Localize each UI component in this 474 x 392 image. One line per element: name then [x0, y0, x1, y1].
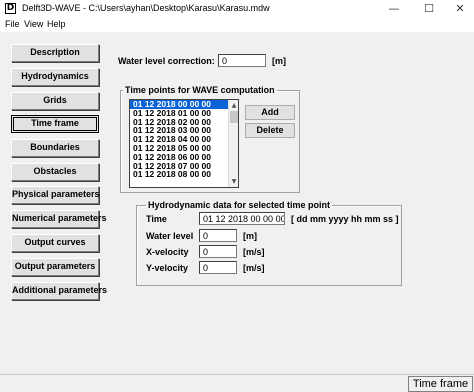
time-points-listbox[interactable]: 01 12 2018 00 00 00 01 12 2018 01 00 00 … — [129, 99, 239, 188]
water-level-unit: [m] — [243, 231, 257, 241]
time-format-label: [ dd mm yyyy hh mm ss ] — [291, 214, 399, 224]
scroll-thumb[interactable] — [230, 111, 238, 123]
y-velocity-unit: [m/s] — [243, 263, 265, 273]
nav-physical-parameters-button[interactable]: Physical parameters — [11, 186, 100, 204]
nav-boundaries-button[interactable]: Boundaries — [11, 139, 99, 157]
minimize-icon[interactable]: — — [380, 0, 408, 18]
menu-bar: File View Help — [0, 18, 474, 32]
time-points-group-title: Time points for WAVE computation — [123, 85, 277, 95]
nav-description-button[interactable]: Description — [11, 44, 99, 62]
nav-additional-parameters-button[interactable]: Additional parameters — [11, 282, 107, 300]
water-level-input[interactable]: 0 — [199, 229, 237, 242]
list-scrollbar[interactable]: ▲ ▼ — [228, 100, 238, 187]
nav-hydrodynamics-button[interactable]: Hydrodynamics — [11, 68, 99, 86]
x-velocity-input[interactable]: 0 — [199, 245, 237, 258]
close-icon[interactable]: ✕ — [446, 0, 474, 18]
nav-time-frame-button[interactable]: Time frame — [11, 115, 99, 133]
nav-output-curves-button[interactable]: Output curves — [11, 234, 99, 252]
y-velocity-label: Y-velocity — [146, 263, 189, 273]
water-level-correction-unit: [m] — [272, 56, 286, 66]
maximize-icon[interactable]: ☐ — [415, 0, 443, 18]
hydro-data-group-title: Hydrodynamic data for selected time poin… — [146, 200, 333, 210]
delete-button[interactable]: Delete — [245, 123, 295, 138]
list-item[interactable]: 01 12 2018 08 00 00 — [130, 170, 238, 179]
menu-view[interactable]: View — [24, 19, 43, 29]
nav-grids-button[interactable]: Grids — [11, 92, 99, 110]
add-button[interactable]: Add — [245, 105, 295, 120]
status-text: Time frame — [408, 376, 473, 392]
time-input[interactable]: 01 12 2018 00 00 00 — [199, 212, 285, 225]
status-bar: Time frame — [0, 374, 474, 392]
water-level-correction-input[interactable]: 0 — [218, 54, 266, 67]
nav-obstacles-button[interactable]: Obstacles — [11, 163, 99, 181]
y-velocity-input[interactable]: 0 — [199, 261, 237, 274]
app-icon: D — [5, 3, 16, 14]
nav-numerical-parameters-button[interactable]: Numerical parameters — [11, 210, 107, 228]
time-label: Time — [146, 214, 167, 224]
menu-file[interactable]: File — [5, 19, 20, 29]
water-level-label: Water level — [146, 231, 194, 241]
water-level-correction-label: Water level correction: — [118, 56, 215, 66]
menu-help[interactable]: Help — [47, 19, 66, 29]
title-bar: D Delft3D-WAVE - C:\Users\ayhan\Desktop\… — [0, 0, 474, 18]
x-velocity-label: X-velocity — [146, 247, 189, 257]
scroll-down-icon[interactable]: ▼ — [230, 177, 238, 186]
nav-output-parameters-button[interactable]: Output parameters — [11, 258, 99, 276]
window-title: Delft3D-WAVE - C:\Users\ayhan\Desktop\Ka… — [22, 3, 270, 13]
scroll-up-icon[interactable]: ▲ — [230, 101, 238, 110]
x-velocity-unit: [m/s] — [243, 247, 265, 257]
